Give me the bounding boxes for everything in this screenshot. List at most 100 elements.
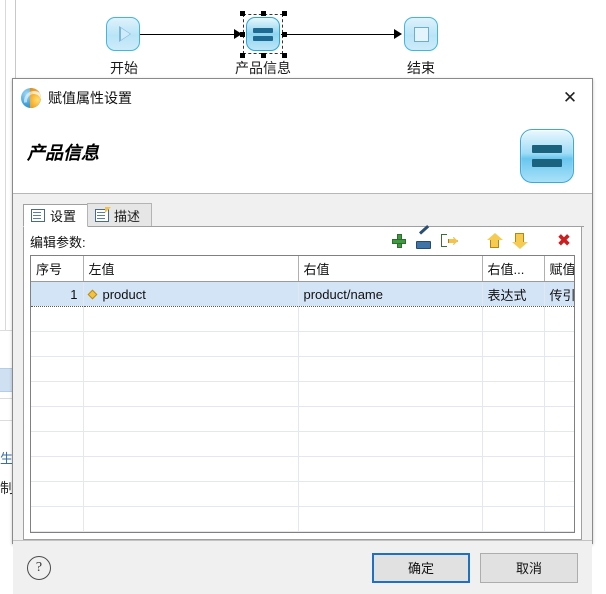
table-row[interactable]: 1 product product/name 表达式 传引用 [31, 281, 574, 307]
yinyang-icon [21, 88, 41, 108]
empty-cell [83, 456, 299, 482]
empty-cell [83, 506, 299, 532]
move-up-icon[interactable] [486, 232, 504, 250]
table-row-empty[interactable] [31, 406, 574, 432]
add-parameter-icon[interactable] [390, 232, 408, 250]
table-row-empty[interactable] [31, 431, 574, 457]
dialog-titlebar: 赋值属性设置 ✕ [13, 79, 592, 117]
close-icon[interactable]: ✕ [548, 79, 592, 117]
empty-cell [298, 456, 483, 482]
table-row-empty[interactable] [31, 306, 574, 332]
empty-cell [83, 306, 299, 332]
tab-settings-label: 设置 [50, 209, 77, 224]
parameter-table-container[interactable]: 序号 左值 右值 右值... 赋值... 1 product product/n… [30, 255, 575, 533]
empty-cell [482, 506, 545, 532]
cell-rtype: 表达式 [482, 281, 545, 307]
stop-node-icon [413, 26, 429, 42]
flow-node-assign-label: 产品信息 [235, 60, 291, 76]
page-title: 产品信息 [27, 143, 99, 163]
dialog-footer: ? 确定 取消 [13, 540, 592, 594]
tab-description[interactable]: 描述 [87, 203, 153, 226]
column-header-rvalue[interactable]: 右值 [298, 256, 483, 282]
empty-cell [544, 356, 574, 382]
flow-node-end-label: 结束 [407, 60, 435, 76]
empty-cell [31, 356, 84, 382]
empty-cell [298, 356, 483, 382]
empty-cell [31, 381, 84, 407]
empty-cell [31, 456, 84, 482]
parameter-table: 序号 左值 右值 右值... 赋值... 1 product product/n… [31, 256, 574, 532]
assign-node-icon [253, 25, 273, 44]
table-row-empty[interactable] [31, 481, 574, 507]
empty-cell [482, 356, 545, 382]
empty-cell [298, 381, 483, 407]
empty-cell [482, 431, 545, 457]
assign-property-dialog: 赋值属性设置 ✕ 产品信息 设置 描述 编辑参数: ✖ 序号 左值 右值 右值.… [12, 78, 593, 594]
table-header-row: 序号 左值 右值 右值... 赋值... [31, 256, 574, 282]
empty-cell [83, 481, 299, 507]
cell-seq: 1 [31, 281, 84, 307]
flow-node-start[interactable] [106, 17, 140, 51]
empty-cell [83, 431, 299, 457]
empty-cell [482, 331, 545, 357]
settings-tab-icon [31, 209, 45, 222]
empty-cell [482, 406, 545, 432]
assign-large-icon [520, 129, 574, 183]
empty-cell [298, 431, 483, 457]
table-row-empty[interactable] [31, 331, 574, 357]
ok-button[interactable]: 确定 [372, 552, 470, 583]
tab-area: 设置 描述 [13, 194, 592, 227]
table-row-empty[interactable] [31, 456, 574, 482]
empty-cell [83, 331, 299, 357]
cell-lvalue-text: product [102, 287, 146, 303]
description-tab-icon [95, 206, 112, 222]
resize-handle-w[interactable] [240, 32, 245, 37]
empty-cell [544, 331, 574, 357]
table-body: 1 product product/name 表达式 传引用 [31, 281, 574, 532]
column-header-lvalue[interactable]: 左值 [83, 256, 299, 282]
flow-node-assign[interactable] [246, 17, 280, 51]
delete-parameter-icon[interactable]: ✖ [555, 232, 573, 250]
empty-cell [544, 431, 574, 457]
settings-tab-panel: 编辑参数: ✖ 序号 左值 右值 右值... 赋值 1 product prod… [23, 227, 582, 540]
empty-cell [31, 406, 84, 432]
empty-cell [31, 306, 84, 332]
resize-handle-n[interactable] [261, 11, 266, 16]
resize-handle-e[interactable] [282, 32, 287, 37]
column-header-seq[interactable]: 序号 [31, 256, 84, 282]
table-row-empty[interactable] [31, 506, 574, 532]
edit-parameter-icon[interactable] [415, 232, 433, 250]
resize-handle-nw[interactable] [240, 11, 245, 16]
empty-cell [83, 406, 299, 432]
empty-cell [31, 481, 84, 507]
connector-start-to-assign [140, 34, 240, 35]
empty-cell [31, 431, 84, 457]
empty-cell [482, 381, 545, 407]
column-header-assigntype[interactable]: 赋值... [544, 256, 574, 282]
flow-node-end[interactable] [404, 17, 438, 51]
table-row-empty[interactable] [31, 356, 574, 382]
empty-cell [544, 406, 574, 432]
empty-cell [544, 481, 574, 507]
empty-cell [482, 481, 545, 507]
table-header: 序号 左值 右值 右值... 赋值... [31, 256, 574, 282]
empty-cell [298, 306, 483, 332]
resize-handle-ne[interactable] [282, 11, 287, 16]
empty-cell [482, 456, 545, 482]
help-icon[interactable]: ? [27, 555, 51, 580]
tab-strip: 设置 描述 [23, 202, 584, 227]
column-header-rtype[interactable]: 右值... [482, 256, 545, 282]
cell-assigntype: 传引用 [544, 281, 574, 307]
empty-cell [31, 331, 84, 357]
empty-cell [298, 481, 483, 507]
empty-cell [544, 381, 574, 407]
flow-node-start-label: 开始 [110, 60, 138, 76]
map-parameter-icon[interactable] [440, 232, 458, 250]
empty-cell [544, 306, 574, 332]
move-down-icon[interactable] [511, 232, 529, 250]
cancel-button[interactable]: 取消 [480, 552, 578, 583]
table-row-empty[interactable] [31, 381, 574, 407]
tab-description-label: 描述 [114, 208, 141, 224]
tab-settings[interactable]: 设置 [23, 204, 89, 227]
play-node-icon [119, 26, 131, 42]
